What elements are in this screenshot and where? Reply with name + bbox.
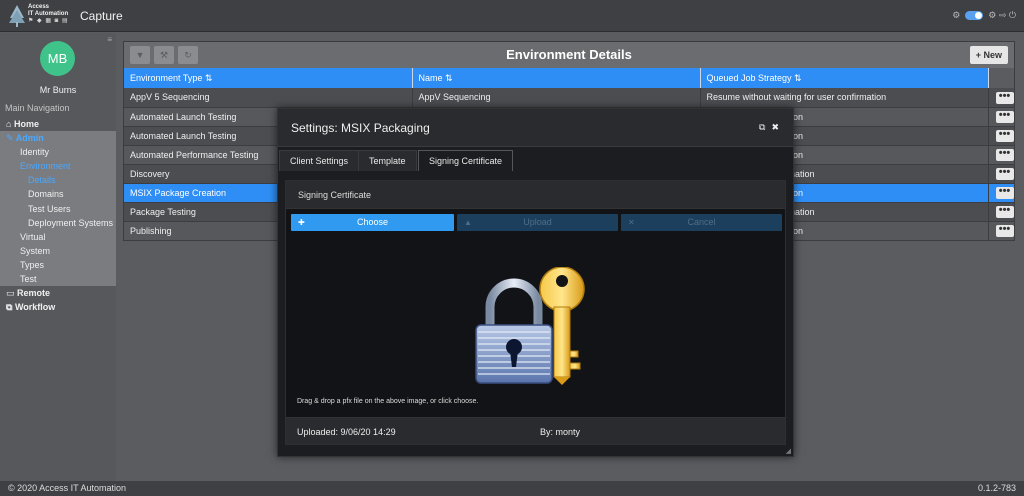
user-name: Mr Burns (39, 85, 77, 95)
home-icon: ⌂ (6, 119, 12, 129)
main-navigation: ⌂ Home ✎ Admin Identity Environment Deta… (0, 117, 116, 314)
modal-header: Settings: MSIX Packaging ⧉ ✖ (278, 109, 793, 147)
panel-toolbar: ▼ ⚒ ↻ Environment Details + New (124, 42, 1014, 68)
column-header-name[interactable]: Name ⇅ (412, 68, 701, 88)
modal-title: Settings: MSIX Packaging (291, 121, 430, 135)
top-bar: Access IT Automation ⚑ ◆ ▦ ◙ ▤ Capture ⚙… (0, 0, 1024, 32)
header-controls[interactable]: ⚙ ⇨ ⏻ (988, 10, 1016, 21)
new-button[interactable]: + New (969, 46, 1008, 64)
tree-logo-icon (9, 5, 25, 27)
brand-line-2: IT Automation (28, 11, 69, 17)
collapse-sidebar-icon[interactable]: ≡ (107, 35, 112, 44)
upload-button[interactable]: ▲ Upload (457, 214, 618, 231)
nav-item-environment[interactable]: Environment (0, 159, 116, 174)
nav-item-admin[interactable]: ✎ Admin (0, 131, 116, 146)
wrench-icon: ✎ (6, 133, 14, 144)
app-title: Capture (80, 9, 123, 23)
copyright: © 2020 Access IT Automation (8, 483, 127, 493)
nav-item-details[interactable]: Details (0, 173, 116, 188)
version: 0.1.2-783 (977, 483, 1016, 493)
cell-type: AppV 5 Sequencing (124, 88, 413, 108)
plus-icon: + (975, 50, 981, 60)
row-menu-button[interactable]: ••• (995, 167, 1013, 180)
column-header-actions (988, 68, 1014, 88)
row-menu-button[interactable]: ••• (995, 205, 1013, 218)
row-menu-button[interactable]: ••• (995, 110, 1013, 123)
nav-item-test[interactable]: Test (0, 272, 116, 287)
upload-icon: ▲ (464, 218, 472, 227)
column-header-strategy[interactable]: Queued Job Strategy ⇅ (700, 68, 989, 88)
nav-item-workflow[interactable]: ⧉ Workflow (0, 300, 116, 314)
uploaded-date: Uploaded: 9/06/20 14:29 (297, 427, 396, 437)
settings-modal: Settings: MSIX Packaging ⧉ ✖ Client Sett… (277, 108, 794, 457)
theme-toggle[interactable] (965, 11, 984, 20)
cell-strategy: Resume without waiting for user confirma… (700, 88, 989, 108)
cancel-icon: ✕ (628, 218, 635, 227)
cell-name: AppV Sequencing (412, 88, 701, 108)
nav-item-home[interactable]: ⌂ Home (0, 117, 116, 131)
signing-certificate-section: Signing Certificate ✚ Choose ▲ Upload ✕ … (285, 180, 786, 445)
tab-signing-certificate[interactable]: Signing Certificate (418, 150, 514, 171)
nav-item-deployment-systems[interactable]: Deployment Systems (0, 215, 116, 230)
monitor-icon: ▭ (6, 288, 15, 299)
cancel-button[interactable]: ✕ Cancel (621, 214, 782, 231)
resize-handle-icon[interactable]: ◢ (786, 447, 791, 455)
panel-title: Environment Details (506, 47, 632, 62)
drop-hint: Drag & drop a pfx file on the above imag… (297, 398, 479, 405)
maximize-icon[interactable]: ⧉ (759, 122, 765, 133)
top-controls: ⚙ ⚙ ⇨ ⏻ (952, 10, 1016, 21)
avatar[interactable]: MB (40, 41, 75, 76)
choose-button[interactable]: ✚ Choose (291, 214, 454, 231)
plus-icon: ✚ (298, 218, 305, 227)
tab-client-settings[interactable]: Client Settings (279, 150, 360, 171)
nav-item-types[interactable]: Types (0, 257, 116, 273)
row-menu-button[interactable]: ••• (995, 129, 1013, 142)
footer: © 2020 Access IT Automation 0.1.2-783 (0, 481, 1024, 496)
nav-item-test-users[interactable]: Test Users (0, 201, 116, 216)
section-title: Signing Certificate (298, 190, 372, 200)
nav-title: Main Navigation (5, 103, 70, 113)
row-menu-button[interactable]: ••• (995, 90, 1013, 104)
gear-icon[interactable]: ⚙ (952, 10, 960, 21)
row-menu-button[interactable]: ••• (995, 224, 1013, 237)
nav-item-identity[interactable]: Identity (0, 145, 116, 160)
tab-template[interactable]: Template (358, 150, 417, 171)
lock-and-key-icon[interactable] (470, 267, 606, 387)
uploaded-by: By: monty (540, 427, 581, 437)
modal-controls: ⧉ ✖ (759, 122, 779, 133)
row-menu-button[interactable]: ••• (995, 148, 1013, 161)
row-menu-button[interactable]: ••• (995, 186, 1013, 199)
table-row[interactable]: AppV 5 Sequencing AppV Sequencing Resume… (124, 88, 1015, 108)
brand-icons: ⚑ ◆ ▦ ◙ ▤ (28, 18, 69, 24)
brand: Access IT Automation ⚑ ◆ ▦ ◙ ▤ (28, 4, 69, 25)
certificate-info: Uploaded: 9/06/20 14:29 By: monty (286, 417, 785, 444)
section-header: Signing Certificate (286, 181, 785, 209)
modal-tabs: Client Settings Template Signing Certifi… (278, 148, 793, 171)
nav-item-remote[interactable]: ▭ Remote (0, 286, 116, 300)
brand-line-1: Access (28, 4, 50, 10)
close-icon[interactable]: ✖ (771, 122, 779, 133)
nav-item-virtual[interactable]: Virtual (0, 229, 116, 244)
nav-item-system[interactable]: System (0, 243, 116, 258)
nav-item-domains[interactable]: Domains (0, 187, 116, 202)
workflow-icon: ⧉ (6, 302, 13, 313)
column-header-type[interactable]: Environment Type ⇅ (124, 68, 413, 88)
sidebar: ≡ MB Mr Burns Main Navigation ⌂ Home ✎ A… (0, 33, 116, 481)
